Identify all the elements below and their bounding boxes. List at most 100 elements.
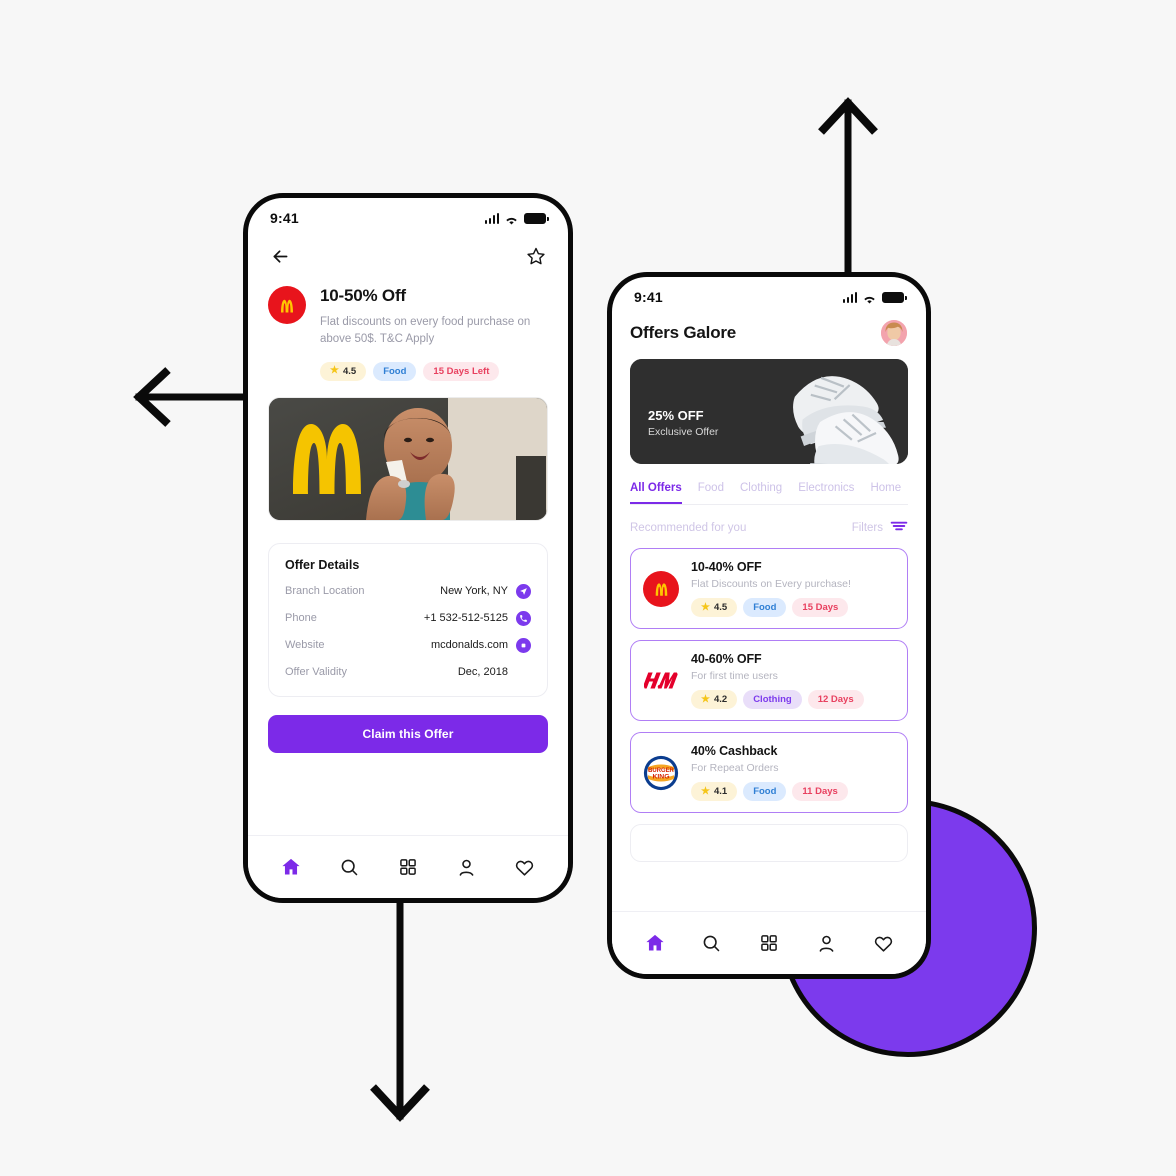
promo-banner[interactable]: 25% OFF Exclusive Offer xyxy=(630,359,908,464)
offer-title: 10-50% Off xyxy=(320,286,406,305)
list-scroll-fade xyxy=(612,896,926,912)
mcdonalds-logo xyxy=(268,286,306,324)
detail-label: Offer Validity xyxy=(285,666,347,678)
chip-category: Food xyxy=(743,782,787,801)
mcdonalds-logo xyxy=(643,570,679,607)
list-item-title: 10-40% OFF xyxy=(691,560,762,574)
offer-chips: ★ 4.5 Food 15 Days Left xyxy=(320,361,548,381)
phone-offer-detail: 9:41 10-50% Off Flat discounts on every … xyxy=(243,193,573,903)
list-item[interactable]: BURGER KING 40% Cashback For Repeat Orde… xyxy=(630,732,908,813)
tab-profile[interactable] xyxy=(812,929,840,957)
tab-profile[interactable] xyxy=(452,853,480,881)
list-item-title: 40% Cashback xyxy=(691,744,778,758)
cellular-signal-icon xyxy=(484,212,499,224)
category-tabs: All Offers Food Clothing Electronics Hom… xyxy=(630,482,908,505)
filter-icon xyxy=(890,519,908,537)
star-icon: ★ xyxy=(701,693,710,705)
list-item[interactable]: 10-40% OFF Flat Discounts on Every purch… xyxy=(630,548,908,629)
tab-home[interactable]: Home xyxy=(870,482,901,504)
status-bar-detail: 9:41 xyxy=(248,198,568,230)
detail-content: 10-50% Off Flat discounts on every food … xyxy=(248,230,568,753)
battery-icon xyxy=(524,212,549,224)
star-icon: ★ xyxy=(330,365,339,376)
chip-days-left: 15 Days Left xyxy=(423,361,500,381)
star-icon: ★ xyxy=(701,601,710,613)
chip-days-left: 11 Days xyxy=(792,782,848,801)
tab-all-offers[interactable]: All Offers xyxy=(630,482,682,504)
list-item-subtitle: For Repeat Orders xyxy=(691,762,779,774)
star-icon: ★ xyxy=(701,785,710,797)
list-item-chips: ★ 4.5 Food 15 Days xyxy=(691,598,895,617)
tab-search[interactable] xyxy=(698,929,726,957)
battery-icon xyxy=(882,291,907,303)
detail-value: New York, NY xyxy=(440,585,508,597)
tab-favorites[interactable] xyxy=(511,853,539,881)
chip-category: Clothing xyxy=(743,690,802,709)
chip-rating: ★ 4.1 xyxy=(691,782,738,801)
tab-clothing[interactable]: Clothing xyxy=(740,482,782,504)
chip-category: Food xyxy=(373,361,417,381)
offer-summary: 10-50% Off Flat discounts on every food … xyxy=(268,278,548,381)
chip-rating: ★ 4.5 xyxy=(691,598,738,617)
claim-offer-button[interactable]: Claim this Offer xyxy=(268,714,548,753)
offer-details-card: Offer Details Branch Location New York, … xyxy=(268,542,548,697)
tab-favorites[interactable] xyxy=(869,929,897,957)
page-title: Offers Galore xyxy=(630,323,737,342)
status-bar-list: 9:41 xyxy=(612,277,926,309)
list-item-title: 40-60% OFF xyxy=(691,652,762,666)
tab-home[interactable] xyxy=(277,853,305,881)
list-item-partial[interactable] xyxy=(630,824,908,862)
status-icons xyxy=(842,291,907,304)
tab-search[interactable] xyxy=(336,853,364,881)
detail-row-phone: Phone +1 532-512-5125 xyxy=(285,610,531,626)
chip-rating-label: 4.5 xyxy=(342,365,357,377)
tab-home[interactable] xyxy=(641,929,669,957)
phone-call-icon[interactable] xyxy=(516,610,531,626)
globe-link-icon[interactable] xyxy=(516,637,531,653)
tab-food[interactable]: Food xyxy=(698,482,724,504)
tab-categories[interactable] xyxy=(394,853,422,881)
promo-banner-subtitle: Exclusive Offer xyxy=(648,426,719,438)
detail-row-offer-validity: Offer Validity Dec, 2018 xyxy=(285,665,531,680)
back-arrow-icon[interactable] xyxy=(268,244,292,268)
offer-details-title: Offer Details xyxy=(285,557,360,572)
detail-value: mcdonalds.com xyxy=(430,639,508,651)
offer-hero-image xyxy=(268,396,548,521)
list-header-bar: Offers Galore xyxy=(630,309,908,359)
list-item[interactable]: 40-60% OFF For first time users ★ 4.2 Cl… xyxy=(630,640,908,721)
tab-electronics[interactable]: Electronics xyxy=(798,482,854,504)
detail-row-website: Website mcdonalds.com xyxy=(285,637,531,653)
star-outline-icon[interactable] xyxy=(524,244,548,268)
chip-category: Food xyxy=(743,598,787,617)
bottom-tabbar-detail xyxy=(248,835,568,898)
avatar[interactable] xyxy=(880,319,908,347)
detail-topbar xyxy=(268,230,548,278)
tab-categories[interactable] xyxy=(755,929,783,957)
list-item-chips: ★ 4.2 Clothing 12 Days xyxy=(691,690,895,709)
detail-label: Branch Location xyxy=(285,585,365,597)
chip-rating: ★ 4.2 xyxy=(691,690,738,709)
detail-value: +1 532-512-5125 xyxy=(423,612,508,624)
list-item-chips: ★ 4.1 Food 11 Days xyxy=(691,782,895,801)
list-item-subtitle: For first time users xyxy=(691,670,778,682)
wifi-icon xyxy=(504,213,519,225)
chip-days-left: 15 Days xyxy=(792,598,849,617)
list-item-subtitle: Flat Discounts on Every purchase! xyxy=(691,578,851,590)
list-content: Offers Galore 25% OFF Exclusive Offer Al… xyxy=(612,309,926,862)
detail-action-placeholder xyxy=(516,665,531,680)
cellular-signal-icon xyxy=(842,291,857,303)
detail-label: Website xyxy=(285,639,325,651)
list-subheader: Recommended for you Filters xyxy=(630,519,908,537)
filters-label: Filters xyxy=(851,522,883,534)
offer-description: Flat discounts on every food purchase on… xyxy=(320,316,531,346)
canvas: 9:41 10-50% Off Flat discounts on every … xyxy=(0,0,1176,1176)
status-time: 9:41 xyxy=(634,289,663,305)
hm-logo xyxy=(643,662,679,699)
chip-rating-label: 4.1 xyxy=(713,786,728,797)
promo-banner-text: 25% OFF Exclusive Offer xyxy=(648,408,718,438)
navigation-send-icon[interactable] xyxy=(516,583,531,599)
filters-button[interactable]: Filters xyxy=(852,519,908,537)
chip-rating: ★ 4.5 xyxy=(320,361,367,381)
phone-offers-list: 9:41 Offers Galore 25% OFF Exclusive Off… xyxy=(607,272,931,979)
chip-days-left: 12 Days xyxy=(807,690,864,709)
